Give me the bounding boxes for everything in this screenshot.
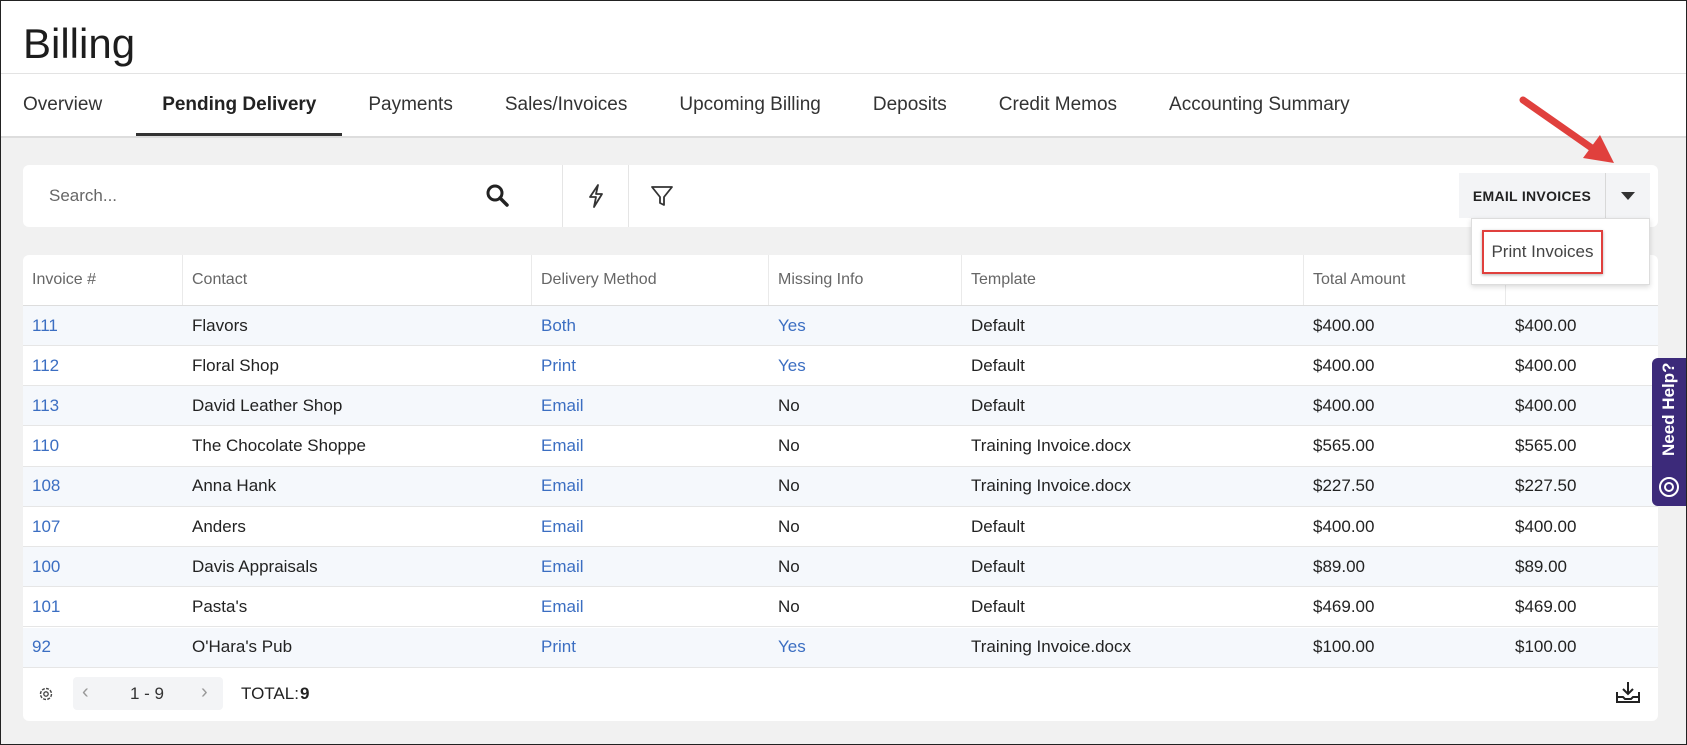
annotation-arrow bbox=[1519, 96, 1614, 163]
